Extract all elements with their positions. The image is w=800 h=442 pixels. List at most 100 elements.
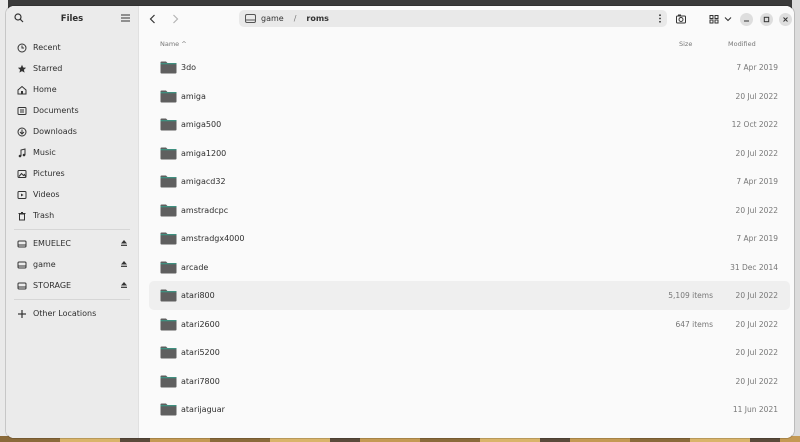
sidebar-item-game[interactable]: game: [6, 254, 138, 275]
sidebar-item-music[interactable]: Music: [6, 142, 138, 163]
file-modified: 7 Apr 2019: [736, 63, 778, 72]
sidebar-item-label: game: [33, 260, 56, 269]
sort-ascending-icon: ^: [181, 40, 187, 48]
table-row[interactable]: amigacd32 7 Apr 2019: [149, 167, 790, 196]
table-row[interactable]: atarijaguar 11 Jun 2021: [149, 395, 790, 424]
table-row[interactable]: amiga500 12 Oct 2022: [149, 110, 790, 139]
breadcrumb-game[interactable]: game: [261, 14, 284, 23]
eject-icon[interactable]: [120, 239, 128, 247]
column-name-label: Name: [160, 40, 180, 48]
sidebar-item-documents[interactable]: Documents: [6, 100, 138, 121]
sidebar-header: Files: [6, 6, 138, 30]
sidebar-item-downloads[interactable]: Downloads: [6, 121, 138, 142]
file-name: amstradcpc: [181, 205, 229, 215]
star-icon: [16, 63, 27, 74]
hamburger-menu-icon[interactable]: [121, 14, 130, 22]
file-modified: 20 Jul 2022: [735, 91, 778, 101]
sidebar-item-storage[interactable]: STORAGE: [6, 275, 138, 296]
file-name: 3do: [181, 63, 197, 72]
back-button[interactable]: [147, 13, 159, 25]
file-modified: 12 Oct 2022: [731, 120, 778, 129]
search-folder-icon[interactable]: [675, 13, 687, 25]
app-title: Files: [60, 14, 84, 24]
trash-icon: [16, 210, 27, 221]
table-row[interactable]: atari2600 647 items 20 Jul 2022: [149, 310, 790, 339]
file-size: 5,109 items: [668, 291, 713, 300]
file-name: arcade: [181, 262, 209, 272]
file-modified: 31 Dec 2014: [730, 262, 778, 272]
folder-icon: [160, 232, 177, 245]
maximize-button[interactable]: [760, 13, 773, 26]
forward-button[interactable]: [169, 13, 181, 25]
files-window: Files Recent Starred Home Documents Down…: [6, 6, 794, 438]
file-modified: 20 Jul 2022: [735, 148, 778, 158]
clock-icon: [16, 42, 27, 53]
file-modified: 20 Jul 2022: [735, 376, 778, 386]
file-name: atari5200: [181, 348, 220, 357]
path-bar[interactable]: game / roms: [239, 10, 667, 27]
column-header-modified[interactable]: Modified: [728, 40, 756, 48]
sidebar-item-label: Videos: [33, 190, 60, 199]
sidebar-item-pictures[interactable]: Pictures: [6, 163, 138, 184]
sidebar-item-videos[interactable]: Videos: [6, 184, 138, 205]
file-size: 647 items: [675, 319, 713, 329]
drive-icon: [16, 238, 27, 249]
folder-icon: [160, 403, 177, 416]
sidebar-item-label: Music: [33, 148, 56, 157]
plus-icon: [16, 308, 27, 319]
table-row[interactable]: amiga 20 Jul 2022: [149, 82, 790, 111]
music-icon: [16, 147, 27, 158]
drive-icon: [245, 14, 256, 23]
folder-icon: [160, 204, 177, 216]
file-modified: 7 Apr 2019: [736, 177, 778, 186]
sidebar-divider: [14, 299, 130, 300]
picture-icon: [16, 168, 27, 179]
sidebar-item-recent[interactable]: Recent: [6, 37, 138, 58]
sidebar-item-label: STORAGE: [33, 281, 72, 290]
more-options-icon[interactable]: [658, 14, 662, 23]
chevron-down-icon[interactable]: [722, 13, 734, 25]
sidebar-item-label: EMUELEC: [33, 239, 71, 248]
column-header-size[interactable]: Size: [679, 40, 692, 48]
file-name: amiga500: [181, 120, 222, 129]
sidebar-list: Recent Starred Home Documents Downloads …: [6, 37, 138, 324]
column-headers: Name ^ Size Modified: [139, 35, 794, 53]
table-row[interactable]: atari7800 20 Jul 2022: [149, 367, 790, 396]
file-name: amigacd32: [181, 177, 226, 186]
folder-icon: [160, 61, 177, 74]
table-row[interactable]: atari5200 20 Jul 2022: [149, 338, 790, 367]
table-row[interactable]: arcade 31 Dec 2014: [149, 253, 790, 282]
sidebar-item-other-locations[interactable]: Other Locations: [6, 303, 138, 324]
sidebar-item-trash[interactable]: Trash: [6, 205, 138, 226]
close-button[interactable]: [779, 13, 792, 26]
table-row[interactable]: atari800 5,109 items 20 Jul 2022: [149, 281, 790, 310]
table-row[interactable]: amstradcpc 20 Jul 2022: [149, 196, 790, 225]
breadcrumb-roms[interactable]: roms: [306, 14, 329, 23]
sidebar-item-starred[interactable]: Starred: [6, 58, 138, 79]
table-row[interactable]: 3do 7 Apr 2019: [149, 53, 790, 82]
home-icon: [16, 84, 27, 95]
file-name: atari800: [181, 291, 215, 300]
column-header-name[interactable]: Name ^: [160, 40, 187, 48]
folder-icon: [160, 90, 177, 102]
breadcrumb-separator: /: [293, 14, 297, 23]
sidebar-item-emuelec[interactable]: EMUELEC: [6, 233, 138, 254]
table-row[interactable]: amstradgx4000 7 Apr 2019: [149, 224, 790, 253]
minimize-button[interactable]: [740, 13, 753, 26]
table-row[interactable]: amiga1200 20 Jul 2022: [149, 139, 790, 168]
file-name: amiga: [181, 91, 206, 101]
sidebar-item-home[interactable]: Home: [6, 79, 138, 100]
folder-icon: [160, 175, 177, 188]
drive-icon: [16, 280, 27, 291]
download-icon: [16, 126, 27, 137]
sidebar-divider: [14, 229, 130, 230]
folder-icon: [160, 375, 177, 387]
file-name: atari2600: [181, 319, 220, 329]
folder-icon: [160, 147, 177, 159]
sidebar-item-label: Trash: [33, 211, 55, 220]
grid-view-icon[interactable]: [708, 13, 720, 25]
file-modified: 20 Jul 2022: [735, 205, 778, 215]
file-modified: 11 Jun 2021: [732, 405, 778, 414]
eject-icon[interactable]: [120, 260, 128, 268]
eject-icon[interactable]: [120, 281, 128, 289]
